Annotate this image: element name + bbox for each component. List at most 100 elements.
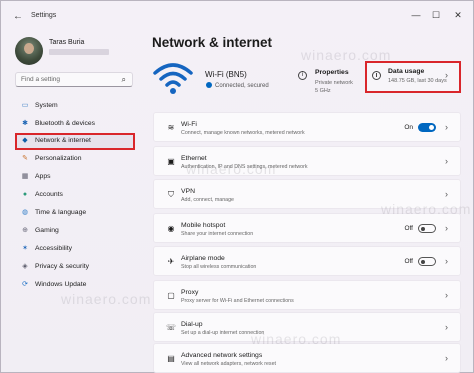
setting-title: Wi-Fi bbox=[181, 121, 197, 128]
watermark: winaero.com bbox=[251, 331, 342, 347]
watermark: winaero.com bbox=[186, 161, 277, 177]
ethernet-icon: ▣ bbox=[167, 157, 175, 166]
avatar[interactable] bbox=[15, 37, 43, 65]
bluetooth-icon: ✱ bbox=[22, 120, 28, 127]
setting-title: Advanced network settings bbox=[181, 352, 263, 359]
chevron-right-icon: › bbox=[445, 156, 448, 166]
toggle-state-label: Off bbox=[404, 258, 413, 265]
chevron-right-icon: › bbox=[445, 353, 448, 363]
minimize-button[interactable]: — bbox=[409, 10, 423, 20]
toggle-switch[interactable] bbox=[418, 224, 436, 233]
setting-description: Proxy server for Wi-Fi and Ethernet conn… bbox=[181, 298, 294, 304]
apps-icon: ▦ bbox=[21, 173, 29, 180]
network-name: Wi-Fi (BN5) bbox=[205, 70, 247, 79]
setting-title: Mobile hotspot bbox=[181, 222, 226, 229]
update-icon: ⟳ bbox=[22, 281, 28, 288]
setting-description: View all network adapters, network reset bbox=[181, 361, 276, 367]
app-title: Settings bbox=[31, 12, 57, 19]
airplane-icon: ✈ bbox=[167, 257, 175, 266]
properties-subtitle: Private network 5 GHz bbox=[315, 79, 353, 95]
chevron-right-icon: › bbox=[445, 223, 448, 233]
connected-check-icon bbox=[206, 82, 212, 88]
dialup-icon: ☏ bbox=[166, 323, 177, 332]
setting-row-mobile-hotspot[interactable]: ◉ Mobile hotspot Share your internet conne… bbox=[153, 213, 461, 243]
chevron-right-icon: › bbox=[445, 256, 448, 266]
settings-window: ← Settings — ☐ ✕ Taras Buria Find a sett… bbox=[0, 0, 474, 373]
sidebar-item-gaming[interactable]: ⊕ Gaming bbox=[15, 224, 133, 239]
vpn-shield-icon: ⛉ bbox=[168, 190, 174, 199]
toggle-switch[interactable] bbox=[418, 257, 436, 266]
wifi-large-icon bbox=[153, 63, 193, 94]
sidebar-item-label: Gaming bbox=[35, 227, 59, 234]
user-email-redacted bbox=[49, 49, 109, 55]
setting-title: Proxy bbox=[181, 289, 199, 296]
globe-icon: ◍ bbox=[21, 209, 29, 216]
back-arrow-icon[interactable]: ← bbox=[13, 11, 23, 22]
highlight-box-network bbox=[15, 133, 135, 150]
connection-status-text: Connected, secured bbox=[215, 83, 269, 89]
sidebar-item-label: Personalization bbox=[35, 155, 82, 162]
properties-title: Properties bbox=[315, 69, 349, 76]
setting-row-airplane-mode[interactable]: ✈ Airplane mode Stop all wireless communic… bbox=[153, 246, 461, 276]
sidebar-item-label: Privacy & security bbox=[35, 263, 90, 270]
sidebar-item-label: Accessibility bbox=[35, 245, 73, 252]
toggle-state-label: On bbox=[404, 124, 413, 131]
chevron-right-icon: › bbox=[445, 322, 448, 332]
sidebar-item-label: System bbox=[35, 102, 58, 109]
sidebar-item-apps[interactable]: ▦ Apps bbox=[15, 170, 133, 185]
sidebar-item-label: Accounts bbox=[35, 191, 63, 198]
toggle-state-label: Off bbox=[404, 225, 413, 232]
info-icon: i bbox=[298, 71, 307, 80]
setting-row-wi-fi[interactable]: ≋ Wi-Fi Connect, manage known networks, me… bbox=[153, 112, 461, 142]
search-box[interactable]: Find a setting ⌕ bbox=[15, 72, 133, 87]
connection-status: Connected, secured bbox=[206, 82, 269, 89]
sidebar-item-accounts[interactable]: ● Accounts bbox=[15, 188, 133, 203]
highlight-box-data-usage bbox=[365, 61, 461, 93]
properties-network-type: Private network bbox=[315, 80, 353, 86]
sidebar-item-label: Apps bbox=[35, 173, 51, 180]
title-bar: ← Settings — ☐ ✕ bbox=[1, 1, 474, 31]
person-icon: ● bbox=[22, 191, 28, 198]
watermark: winaero.com bbox=[61, 291, 152, 307]
setting-description: Stop all wireless communication bbox=[181, 264, 257, 270]
search-input[interactable]: Find a setting bbox=[21, 76, 60, 83]
sidebar-item-label: Bluetooth & devices bbox=[35, 120, 96, 127]
network-adapter-icon: ▤ bbox=[167, 354, 175, 363]
accessibility-icon: ✶ bbox=[22, 245, 28, 252]
sidebar-item-accessibility[interactable]: ✶ Accessibility bbox=[15, 242, 133, 257]
setting-title: VPN bbox=[181, 188, 195, 195]
setting-row-advanced-network-settings[interactable]: ▤ Advanced network settings View all netwo… bbox=[153, 343, 461, 373]
shield-icon: ◈ bbox=[22, 263, 28, 270]
properties-band: 5 GHz bbox=[315, 88, 331, 94]
setting-title: Airplane mode bbox=[181, 255, 225, 262]
hotspot-icon: ◉ bbox=[167, 224, 175, 233]
wifi-icon: ≋ bbox=[167, 123, 175, 132]
gamepad-icon: ⊕ bbox=[22, 227, 28, 234]
sidebar-item-privacy-security[interactable]: ◈ Privacy & security bbox=[15, 260, 133, 275]
setting-description: Add, connect, manage bbox=[181, 197, 235, 203]
page-title: Network & internet bbox=[152, 35, 273, 50]
sidebar-item-system[interactable]: ▭ System bbox=[15, 99, 133, 114]
toggle-switch[interactable] bbox=[418, 123, 436, 132]
user-name: Taras Buria bbox=[49, 39, 85, 46]
chevron-right-icon: › bbox=[445, 290, 448, 300]
sidebar-item-bluetooth-devices[interactable]: ✱ Bluetooth & devices bbox=[15, 117, 133, 132]
sidebar-item-time-language[interactable]: ◍ Time & language bbox=[15, 206, 133, 221]
setting-title: Dial-up bbox=[181, 321, 203, 328]
setting-description: Share your internet connection bbox=[181, 231, 254, 237]
search-icon[interactable]: ⌕ bbox=[122, 75, 126, 85]
chevron-right-icon: › bbox=[445, 122, 448, 132]
monitor-icon: ▭ bbox=[21, 102, 29, 109]
maximize-button[interactable]: ☐ bbox=[429, 10, 443, 21]
close-button[interactable]: ✕ bbox=[451, 10, 465, 21]
setting-description: Connect, manage known networks, metered … bbox=[181, 130, 305, 136]
brush-icon: ✎ bbox=[22, 155, 28, 162]
sidebar-item-label: Windows Update bbox=[35, 281, 87, 288]
chevron-right-icon: › bbox=[445, 189, 448, 199]
watermark: winaero.com bbox=[301, 47, 392, 63]
watermark: winaero.com bbox=[381, 201, 472, 217]
setting-row-proxy[interactable]: ▢ Proxy Proxy server for Wi-Fi and Etherne… bbox=[153, 280, 461, 310]
proxy-icon: ▢ bbox=[167, 291, 175, 300]
sidebar-item-personalization[interactable]: ✎ Personalization bbox=[15, 152, 133, 167]
sidebar-item-label: Time & language bbox=[35, 209, 87, 216]
